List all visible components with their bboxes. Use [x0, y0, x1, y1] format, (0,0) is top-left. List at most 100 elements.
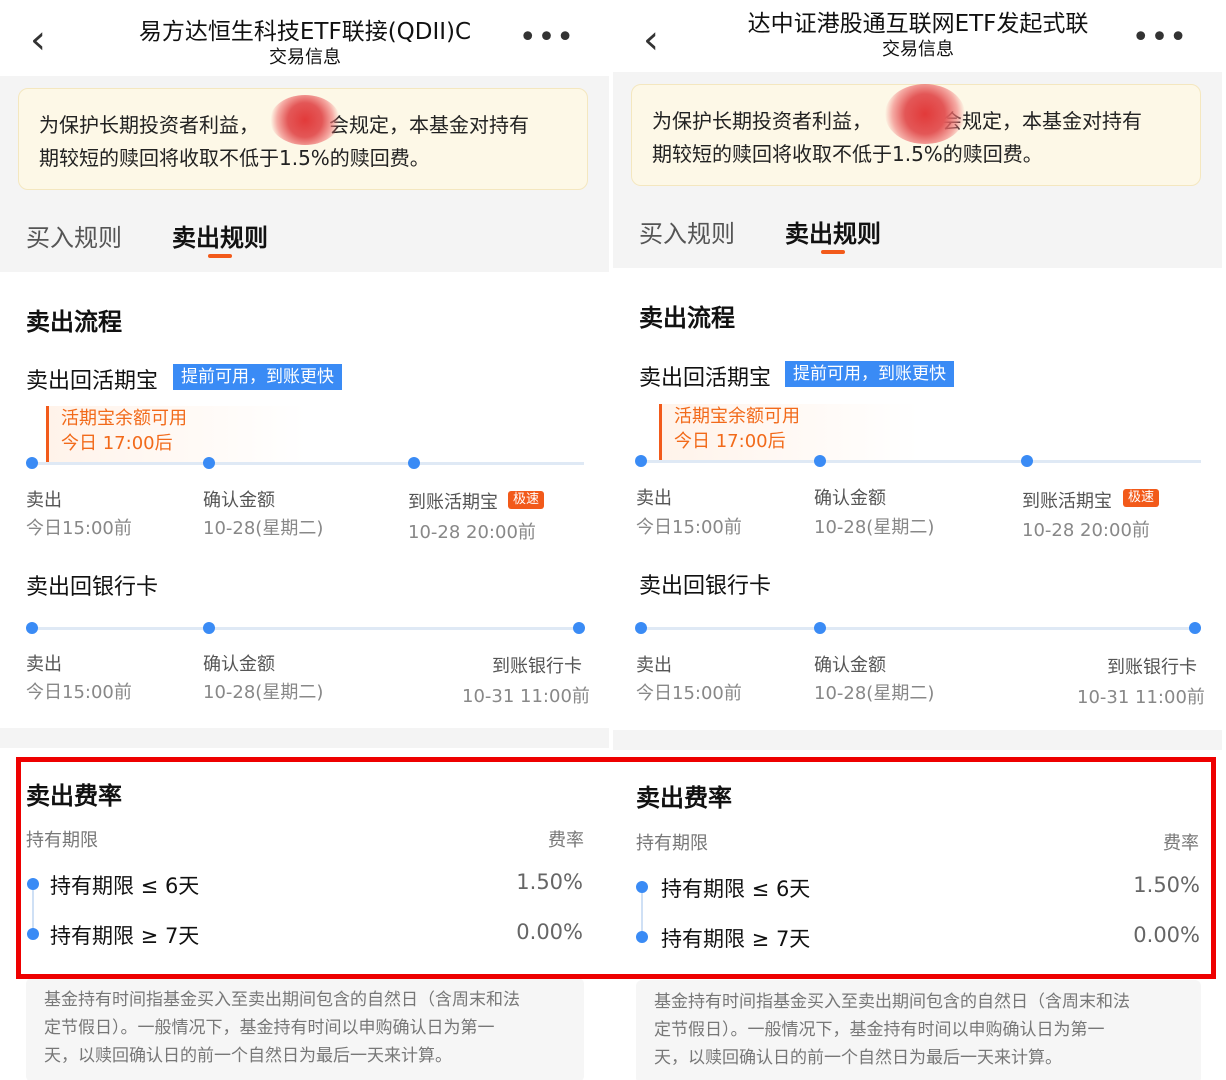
hint-line-2: 今日 17:00后	[61, 433, 173, 454]
fee-period: 持有期限 ≥ 7天	[661, 927, 811, 951]
notice-text-2: 期较短的赎回将收取不低于1.5%的赎回费。	[39, 146, 430, 170]
timeline-dot	[814, 622, 826, 634]
step-time: 今日15:00前	[636, 517, 742, 538]
page-subtitle: 交易信息	[269, 47, 341, 68]
sell-process-title: 卖出流程	[639, 304, 735, 332]
notice-text-1b: 会规定，本基金对持有	[329, 113, 529, 137]
step-time: 今日15:00前	[636, 683, 742, 704]
fee-period: 持有期限 ≥ 7天	[50, 924, 200, 948]
step-label: 到账活期宝	[1022, 491, 1112, 512]
fee-col-rate: 费率	[548, 830, 584, 851]
notice-text-2: 期较短的赎回将收取不低于1.5%的赎回费。	[652, 142, 1043, 166]
tab-sell-rules[interactable]: 卖出规则	[172, 218, 268, 253]
tab-buy-rules[interactable]: 买入规则	[639, 214, 735, 249]
timeline-dot	[26, 622, 38, 634]
redaction-blur	[270, 95, 340, 145]
fast-badge: 极速	[1123, 489, 1160, 507]
holding-period-note: 基金持有时间指基金买入至卖出期间包含的自然日（含周末和法 定节假日）。一般情况下…	[636, 980, 1201, 1080]
timeline-dot	[635, 622, 647, 634]
sell-fee-title: 卖出费率	[636, 784, 732, 812]
notice-text-1b: 会规定，本基金对持有	[942, 109, 1142, 133]
sell-to-huoqibao-title: 卖出回活期宝	[639, 366, 772, 391]
step-time: 10-28 20:00前	[408, 522, 536, 543]
step-label: 到账银行卡	[492, 656, 582, 677]
timeline-dot	[203, 622, 215, 634]
fast-badge: 极速	[508, 491, 545, 509]
timeline-dot	[26, 457, 38, 469]
step-label: 卖出	[26, 490, 62, 511]
hint-line-1: 活期宝余额可用	[61, 408, 187, 429]
step-time: 10-31 11:00前	[462, 686, 590, 707]
more-icon[interactable]: •••	[1132, 20, 1188, 55]
sell-to-bank-title: 卖出回银行卡	[639, 574, 772, 599]
note-line: 天，以赎回确认日的前一个自然日为最后一天来计算。	[44, 1046, 452, 1066]
notice-text-1: 为保护长期投资者利益，	[652, 109, 872, 133]
sell-to-huoqibao-title: 卖出回活期宝	[26, 369, 159, 394]
huoqibao-hint: 活期宝余额可用 今日 17:00后	[659, 404, 919, 462]
fee-period: 持有期限 ≤ 6天	[50, 874, 200, 898]
note-line: 基金持有时间指基金买入至卖出期间包含的自然日（含周末和法	[654, 992, 1130, 1012]
fee-period: 持有期限 ≤ 6天	[661, 877, 811, 901]
timeline-dot	[408, 457, 420, 469]
fast-tag: 提前可用，到账更快	[173, 364, 342, 390]
rule-tabs: 买入规则 卖出规则	[613, 200, 1222, 260]
tab-sell-rules[interactable]: 卖出规则	[785, 214, 881, 249]
timeline-dot	[1189, 622, 1201, 634]
sell-fee-title: 卖出费率	[26, 782, 122, 810]
step-label: 到账活期宝	[408, 492, 498, 513]
tab-buy-rules[interactable]: 买入规则	[26, 218, 122, 253]
page-title: 易方达恒生科技ETF联接(QDII)C	[138, 19, 472, 45]
fee-rate: 1.50%	[516, 870, 583, 894]
more-icon[interactable]: •••	[519, 20, 575, 55]
section-divider	[0, 728, 609, 748]
timeline-dot	[814, 455, 826, 467]
left-panel: ‹ 易方达恒生科技ETF联接(QDII)C 交易信息 ••• 为保护长期投资者利…	[0, 0, 609, 1080]
redaction-blur	[885, 84, 965, 144]
nav-bar: ‹ 达中证港股通互联网ETF发起式联 交易信息 •••	[613, 0, 1222, 72]
step-label: 卖出	[26, 654, 62, 675]
timeline-dot	[635, 455, 647, 467]
step-time: 10-28(星期二)	[814, 517, 935, 538]
step-label: 确认金额	[814, 655, 886, 676]
fee-rate: 0.00%	[516, 920, 583, 944]
step-time: 10-31 11:00前	[1077, 687, 1205, 708]
right-panel: ‹ 达中证港股通互联网ETF发起式联 交易信息 ••• 为保护长期投资者利益， 会…	[613, 0, 1222, 1080]
timeline-line	[32, 627, 584, 630]
tab-active-indicator	[208, 254, 232, 258]
step-time: 今日15:00前	[26, 518, 132, 539]
fee-dot	[27, 878, 39, 890]
fee-dot	[636, 881, 648, 893]
fee-col-period: 持有期限	[636, 833, 708, 854]
step-time: 10-28 20:00前	[1022, 520, 1150, 541]
timeline-line	[641, 460, 1201, 463]
step-time: 10-28(星期二)	[203, 518, 324, 539]
timeline-line	[32, 462, 584, 465]
hint-line-1: 活期宝余额可用	[674, 406, 800, 427]
timeline-dot	[1021, 455, 1033, 467]
notice-text-1: 为保护长期投资者利益，	[39, 113, 259, 137]
timeline-dot	[203, 457, 215, 469]
fee-dot	[636, 931, 648, 943]
step-time: 10-28(星期二)	[814, 683, 935, 704]
step-label: 确认金额	[203, 654, 275, 675]
back-icon[interactable]: ‹	[643, 20, 659, 60]
back-icon[interactable]: ‹	[30, 20, 46, 60]
rule-tabs: 买入规则 卖出规则	[0, 204, 609, 264]
section-divider	[613, 730, 1222, 750]
nav-bar: ‹ 易方达恒生科技ETF联接(QDII)C 交易信息 •••	[0, 0, 609, 76]
fee-rate: 0.00%	[1133, 923, 1200, 947]
note-line: 天，以赎回确认日的前一个自然日为最后一天来计算。	[654, 1048, 1062, 1068]
sell-process-title: 卖出流程	[26, 308, 122, 336]
fee-connector-line	[641, 887, 643, 937]
step-label: 卖出	[636, 488, 672, 509]
step-time: 10-28(星期二)	[203, 682, 324, 703]
timeline-dot	[573, 622, 585, 634]
fast-tag: 提前可用，到账更快	[785, 361, 954, 387]
fee-dot	[27, 928, 39, 940]
step-label: 卖出	[636, 655, 672, 676]
step-label: 确认金额	[814, 488, 886, 509]
hint-line-2: 今日 17:00后	[674, 431, 786, 452]
step-label: 到账银行卡	[1107, 657, 1197, 678]
step-time: 今日15:00前	[26, 682, 132, 703]
page-title: 达中证港股通互联网ETF发起式联	[747, 11, 1089, 37]
